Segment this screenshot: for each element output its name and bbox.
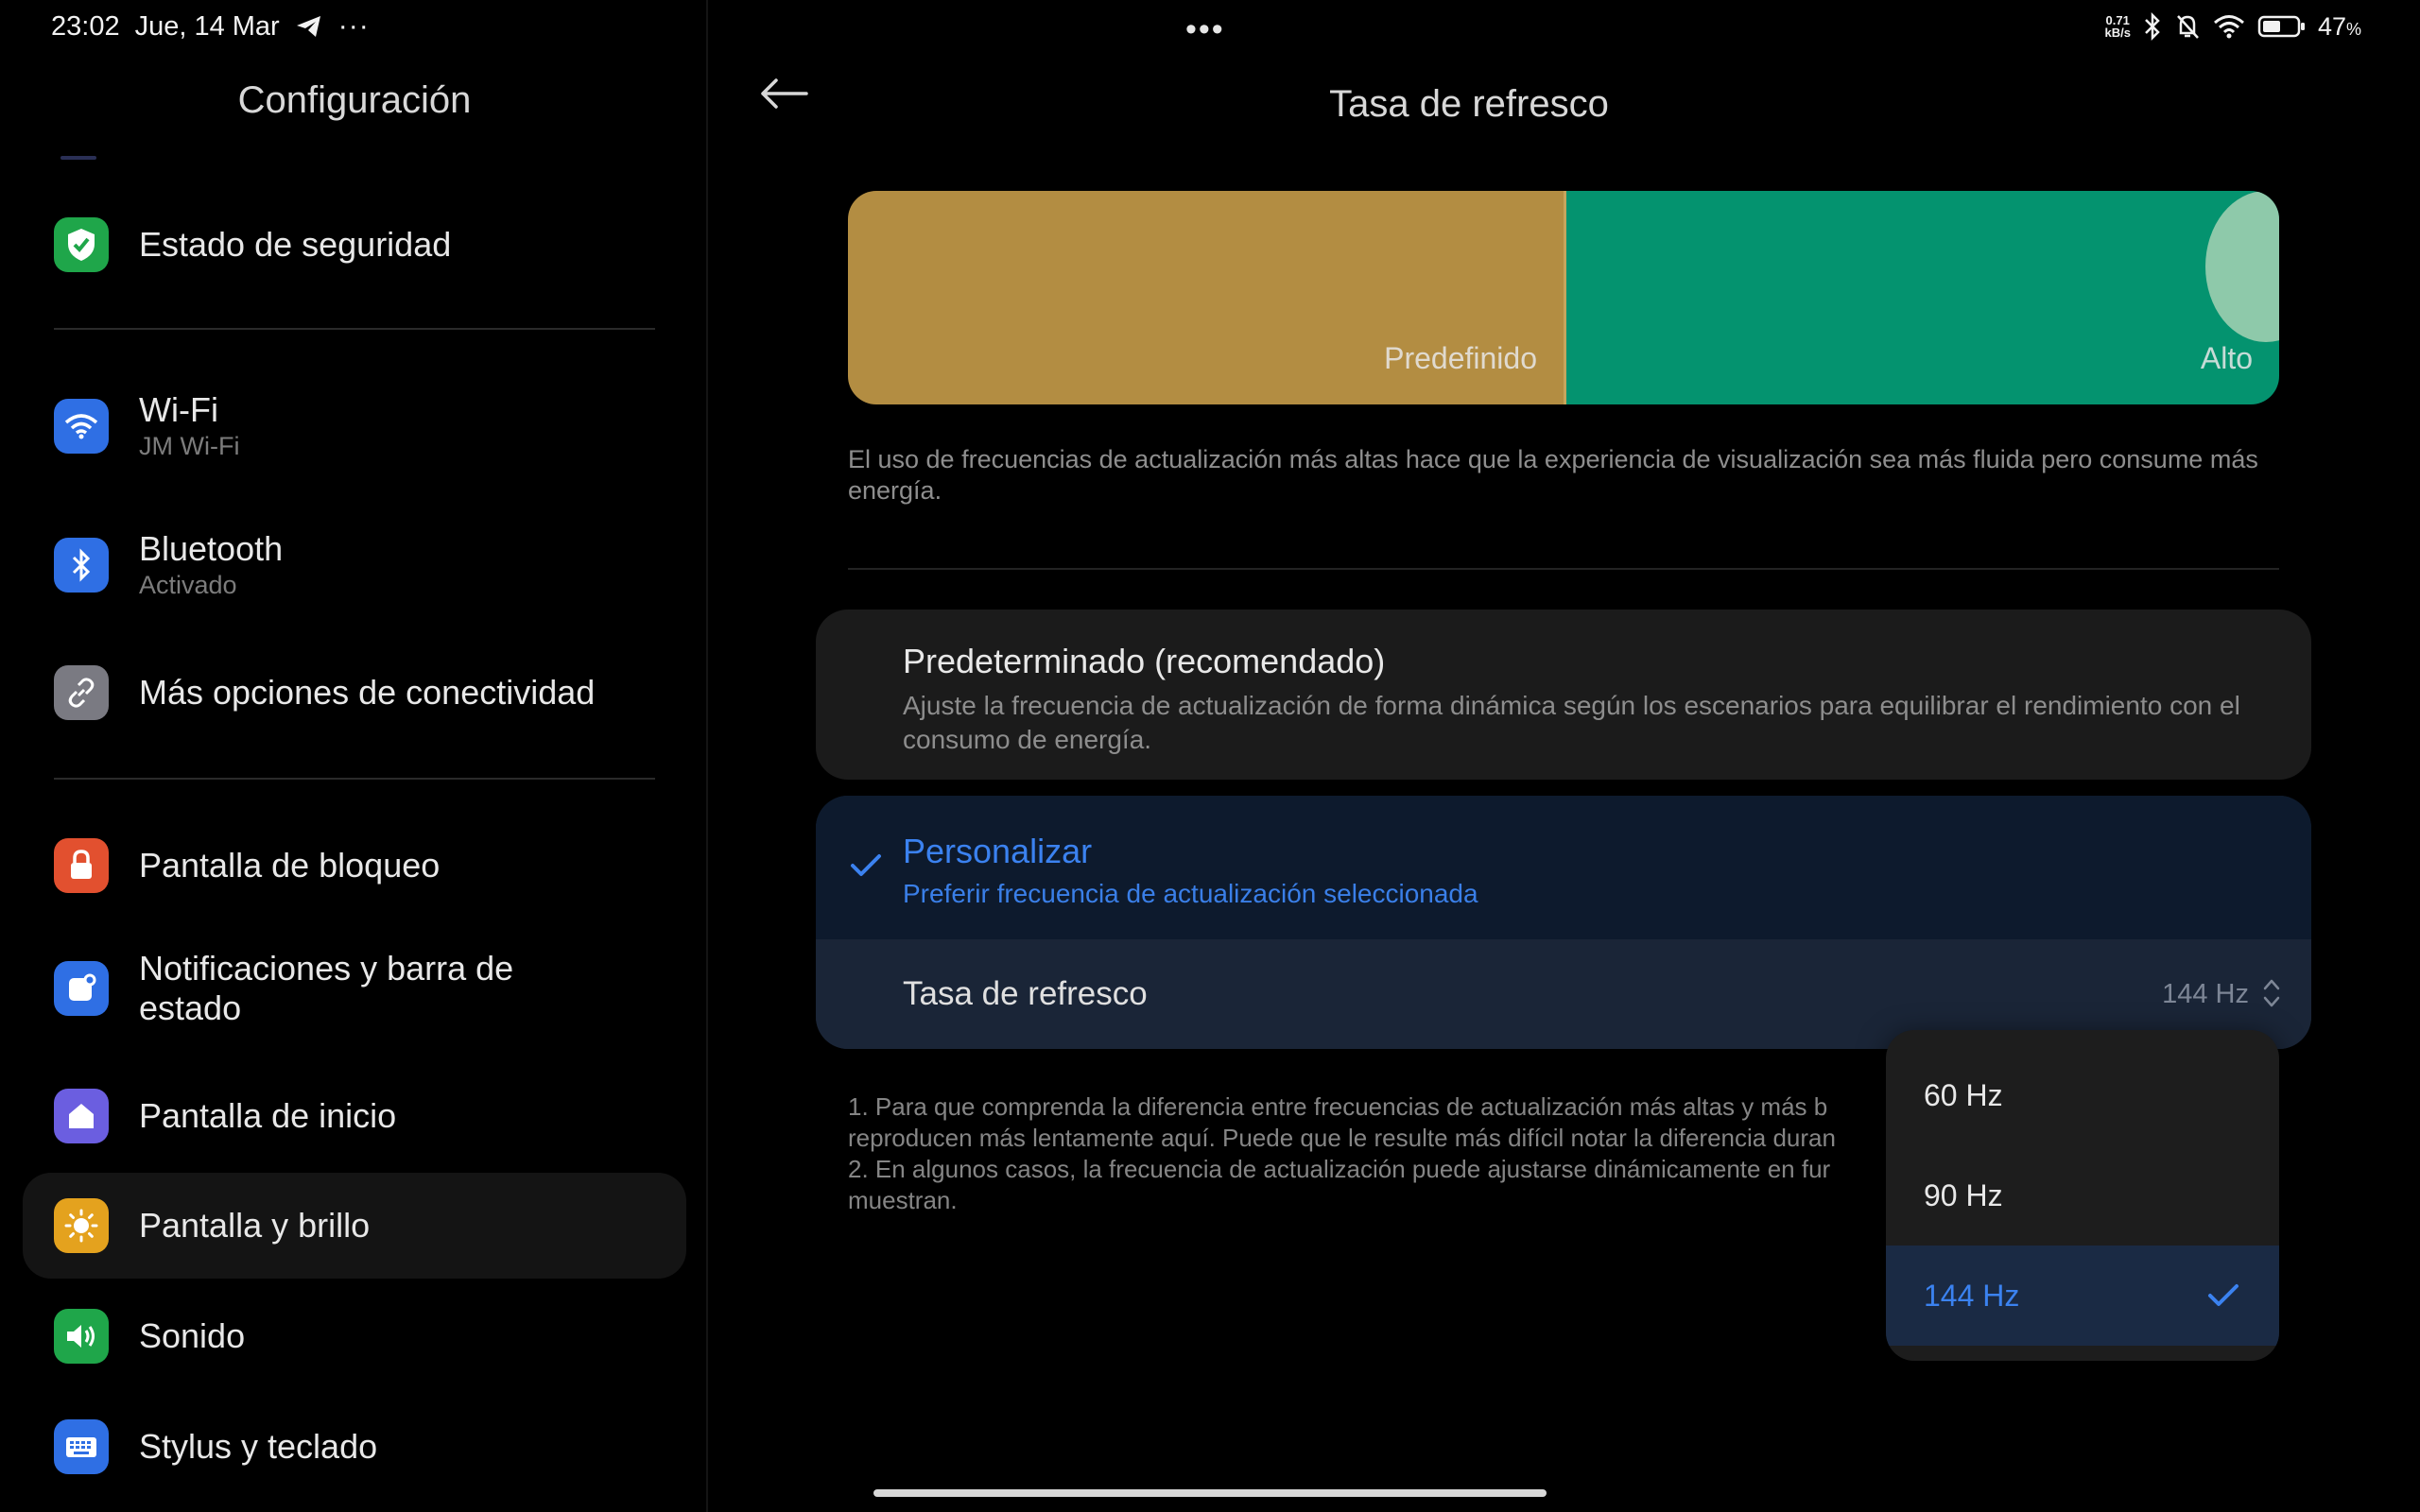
sidebar-item-sub: Activado — [139, 571, 237, 599]
dropdown-option-90hz[interactable]: 90 Hz — [1886, 1145, 2279, 1246]
sidebar-item-connectivity[interactable]: Más opciones de conectividad — [23, 665, 686, 720]
dropdown-option-60hz[interactable]: 60 Hz — [1886, 1045, 2279, 1145]
mute-icon — [2177, 15, 2199, 39]
updown-chevron-icon — [2263, 979, 2280, 1007]
settings-title: Configuración — [237, 79, 472, 121]
clock: 23:02 — [51, 10, 120, 42]
sidebar-item-security[interactable]: Estado de seguridad — [23, 217, 686, 272]
date: Jue, 14 Mar — [134, 10, 280, 42]
sidebar-item-label: Stylus y teclado — [139, 1427, 378, 1466]
wifi-icon — [54, 398, 109, 454]
notification-icon — [54, 961, 109, 1016]
sidebar-item-label: Más opciones de conectividad — [139, 673, 596, 712]
sidebar-item-lock-screen[interactable]: Pantalla de bloqueo — [23, 838, 686, 893]
sidebar-item-label: Pantalla y brillo — [139, 1206, 371, 1245]
footnote-line: reproducen más lentamente aquí. Puede qu… — [848, 1124, 1836, 1152]
description-text: El uso de frecuencias de actualización m… — [848, 445, 2258, 505]
preview-animation-circle — [2205, 191, 2279, 342]
home-icon — [54, 1089, 109, 1143]
sidebar-item-label: Sonido — [139, 1316, 246, 1355]
scroll-clip-marker — [60, 156, 96, 160]
sidebar-item-label: Pantalla de inicio — [139, 1096, 397, 1135]
sidebar-item-label: Wi-Fi — [139, 390, 218, 429]
sidebar-item-label: Notificaciones y barra de estado — [139, 949, 514, 1027]
sidebar-item-home-screen[interactable]: Pantalla de inicio — [23, 1089, 686, 1143]
shield-check-icon — [54, 217, 109, 272]
pane-divider — [706, 0, 708, 1512]
option-default-sub: Ajuste la frecuencia de actualización de… — [903, 691, 2240, 754]
sidebar-item-stylus-keyboard[interactable]: Stylus y teclado — [23, 1419, 686, 1474]
speaker-icon — [54, 1309, 109, 1364]
sidebar-item-bluetooth[interactable]: Bluetooth Activado — [23, 529, 686, 600]
sidebar-item-label: Pantalla de bloqueo — [139, 846, 441, 885]
footnotes: 1. Para que comprenda la diferencia entr… — [848, 1091, 1907, 1216]
page-title: Tasa de refresco — [1329, 83, 1609, 125]
sidebar-item-sound[interactable]: Sonido — [23, 1309, 686, 1364]
refresh-rate-row-label: Tasa de refresco — [903, 975, 1148, 1012]
status-bar-right: 0.71 kB/s 47% — [2104, 8, 2361, 45]
home-gesture-bar[interactable] — [873, 1489, 1547, 1497]
sidebar-item-notifications[interactable]: Notificaciones y barra de estado — [23, 949, 686, 1028]
option-custom-card: Personalizar Preferir frecuencia de actu… — [816, 796, 2311, 1049]
sidebar-item-sub: JM Wi-Fi — [139, 432, 240, 460]
more-notifications-icon: ··· — [337, 10, 370, 42]
preview-high-label: Alto — [2200, 341, 2253, 375]
telegram-icon — [296, 16, 320, 37]
preview-high-panel: Alto — [1564, 191, 2279, 404]
option-custom-sub: Preferir frecuencia de actualización sel… — [903, 879, 1478, 908]
wifi-status-icon — [2213, 15, 2244, 39]
battery-percent: 47% — [2317, 11, 2361, 41]
option-default-title: Predeterminado (recomendado) — [903, 642, 1386, 680]
footnote-line: 1. Para que comprenda la diferencia entr… — [848, 1092, 1828, 1121]
sidebar-item-label: Estado de seguridad — [139, 225, 452, 264]
refresh-rate-row-value: 144 Hz — [2162, 979, 2249, 1009]
refresh-rate-preview: Predefinido Alto — [848, 191, 2279, 404]
refresh-rate-dropdown: 60 Hz 90 Hz 144 Hz — [1886, 1030, 2279, 1361]
footnote-line: muestran. — [848, 1186, 958, 1214]
sidebar-item-label: Bluetooth — [139, 529, 284, 568]
net-speed: 0.71 kB/s — [2104, 13, 2131, 40]
section-divider — [848, 568, 2279, 570]
sidebar-item-display[interactable]: Pantalla y brillo — [23, 1198, 686, 1253]
keyboard-icon — [54, 1419, 109, 1474]
option-default[interactable]: Predeterminado (recomendado) Ajuste la f… — [816, 610, 2311, 780]
check-icon — [2208, 1284, 2238, 1306]
sidebar-separator — [54, 778, 655, 780]
preview-default-panel: Predefinido — [848, 191, 1564, 404]
link-icon — [54, 665, 109, 720]
battery-icon — [2257, 15, 2305, 38]
check-icon — [851, 854, 881, 876]
bluetooth-status-icon — [2145, 12, 2160, 41]
preview-default-label: Predefinido — [1384, 341, 1537, 375]
option-custom[interactable]: Personalizar Preferir frecuencia de actu… — [816, 796, 2311, 939]
dropdown-option-144hz[interactable]: 144 Hz — [1886, 1246, 2279, 1346]
status-bar-left: 23:02 Jue, 14 Mar ··· — [51, 8, 370, 45]
sun-icon — [54, 1198, 109, 1253]
sidebar-item-wifi[interactable]: Wi-Fi JM Wi-Fi — [23, 390, 686, 461]
multiwindow-dots-icon[interactable]: ••• — [1185, 11, 1225, 48]
footnote-line: 2. En algunos casos, la frecuencia de ac… — [848, 1155, 1831, 1183]
bluetooth-icon — [54, 537, 109, 593]
sidebar-separator — [54, 328, 655, 330]
lock-icon — [54, 838, 109, 893]
option-custom-title: Personalizar — [903, 832, 1093, 870]
